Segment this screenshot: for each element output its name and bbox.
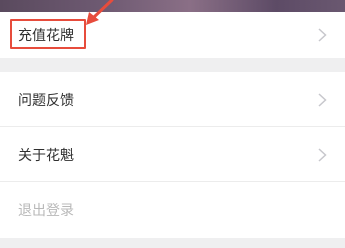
arrow-icon	[86, 0, 114, 25]
menu-item-label: 问题反馈	[18, 92, 74, 109]
menu-item-label: 关于花魁	[18, 147, 74, 164]
menu-item-logout[interactable]: 退出登录	[0, 182, 345, 237]
menu-item-label: 退出登录	[18, 202, 74, 219]
menu-item-about[interactable]: 关于花魁	[0, 127, 345, 182]
chevron-right-icon	[318, 92, 327, 107]
menu-item-feedback[interactable]: 问题反馈	[0, 72, 345, 127]
menu-group-settings: 问题反馈 关于花魁 退出登录	[0, 72, 345, 238]
chevron-right-icon	[318, 147, 327, 162]
